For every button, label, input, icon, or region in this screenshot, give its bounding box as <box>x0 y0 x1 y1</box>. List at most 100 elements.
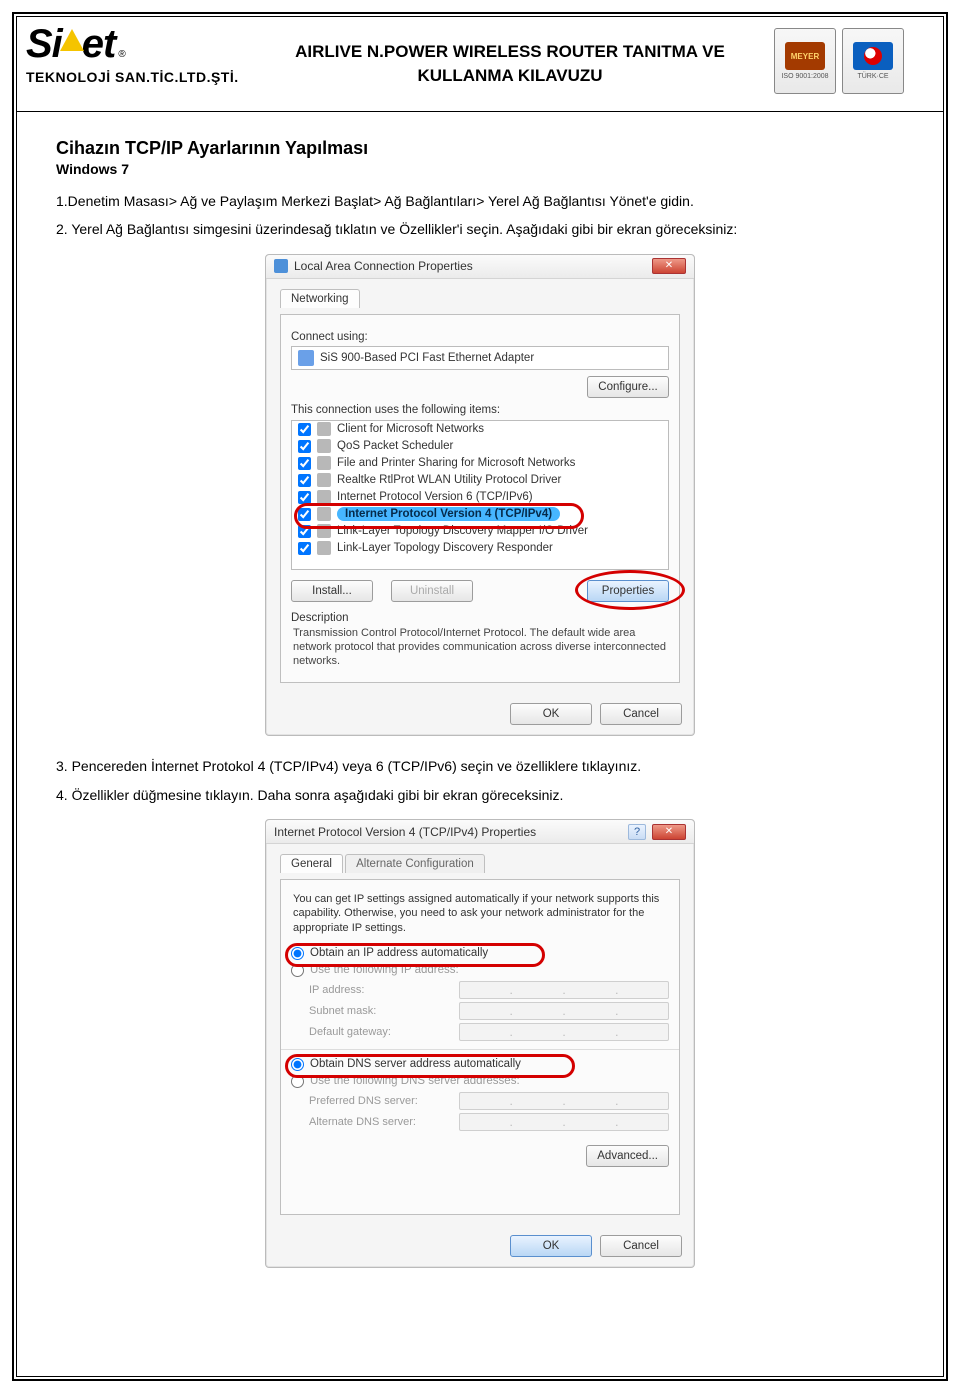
radio-label: Obtain an IP address automatically <box>310 947 488 959</box>
list-item[interactable]: File and Printer Sharing for Microsoft N… <box>292 455 668 472</box>
dialog1-title-text: Local Area Connection Properties <box>294 259 473 273</box>
radio-use-dns[interactable]: Use the following DNS server addresses: <box>291 1075 669 1088</box>
dialog1-body: Networking Connect using: SiS 900-Based … <box>266 279 694 696</box>
doc-title-line1: AIRLIVE N.POWER WIRELESS ROUTER TANITMA … <box>246 40 774 64</box>
list-item[interactable]: Realtke RtlProt WLAN Utility Protocol Dr… <box>292 472 668 489</box>
item-checkbox[interactable] <box>298 457 311 470</box>
section-title: Cihazın TCP/IP Ayarlarının Yapılması <box>56 138 904 159</box>
dns1-label: Preferred DNS server: <box>309 1095 449 1107</box>
section-subtitle: Windows 7 <box>56 161 904 177</box>
advanced-button[interactable]: Advanced... <box>586 1145 669 1167</box>
moon-icon <box>864 47 882 65</box>
install-button[interactable]: Install... <box>291 580 373 602</box>
list-item[interactable]: QoS Packet Scheduler <box>292 438 668 455</box>
iso-badge-text: ISO 9001:2008 <box>781 73 828 80</box>
company-name-text: TEKNOLOJİ SAN.TİC.LTD.ŞTİ. <box>26 69 239 85</box>
item-text: Internet Protocol Version 6 (TCP/IPv6) <box>337 491 533 503</box>
ip-input: ... <box>459 981 669 999</box>
help-icon[interactable]: ? <box>628 824 646 840</box>
component-icon <box>317 422 331 436</box>
component-icon <box>317 524 331 538</box>
properties-button[interactable]: Properties <box>587 580 669 602</box>
divider <box>281 1049 679 1050</box>
dialog2-body: General Alternate Configuration You can … <box>266 844 694 1227</box>
adapter-name-text: SiS 900-Based PCI Fast Ethernet Adapter <box>320 352 534 364</box>
component-icon <box>317 541 331 555</box>
items-label: This connection uses the following items… <box>291 404 669 416</box>
step-2-text: 2. Yerel Ağ Bağlantısı simgesini üzerind… <box>56 219 904 239</box>
ip-label: IP address: <box>309 984 449 996</box>
step-1-text: 1.Denetim Masası> Ağ ve Paylaşım Merkezi… <box>56 191 904 211</box>
page-body: Cihazın TCP/IP Ayarlarının Yapılması Win… <box>16 112 944 1314</box>
component-icon <box>317 456 331 470</box>
radio-use-ip[interactable]: Use the following IP address: <box>291 964 669 977</box>
close-icon[interactable]: ✕ <box>652 824 686 840</box>
radio-label: Obtain DNS server address automatically <box>310 1058 521 1070</box>
logo-mark: Si et ® <box>26 22 125 67</box>
list-item-selected[interactable]: Internet Protocol Version 4 (TCP/IPv4) <box>292 506 668 523</box>
radio-label: Use the following DNS server addresses: <box>310 1075 520 1087</box>
ok-button[interactable]: OK <box>510 1235 592 1257</box>
list-item[interactable]: Internet Protocol Version 6 (TCP/IPv6) <box>292 489 668 506</box>
step-4-text: 4. Özellikler düğmesine tıklayın. Daha s… <box>56 785 904 805</box>
page-header: Si et ® TEKNOLOJİ SAN.TİC.LTD.ŞTİ. AIRLI… <box>16 16 944 112</box>
adapter-field[interactable]: SiS 900-Based PCI Fast Ethernet Adapter <box>291 346 669 370</box>
radio-input[interactable] <box>291 964 304 977</box>
iso-badge-brand: MEYER <box>785 42 825 70</box>
item-text-highlighted: Internet Protocol Version 4 (TCP/IPv4) <box>337 507 560 521</box>
ip-field-row: IP address:... <box>309 981 669 999</box>
page-content: Si et ® TEKNOLOJİ SAN.TİC.LTD.ŞTİ. AIRLI… <box>16 16 944 1377</box>
mask-field-row: Subnet mask:... <box>309 1002 669 1020</box>
tab-alternate-config[interactable]: Alternate Configuration <box>345 854 485 873</box>
list-item[interactable]: Client for Microsoft Networks <box>292 421 668 438</box>
mask-label: Subnet mask: <box>309 1005 449 1017</box>
item-checkbox[interactable] <box>298 440 311 453</box>
dialog1-tabs: Networking <box>280 289 680 308</box>
badges-cell: MEYER ISO 9001:2008 TÜRK·CE <box>774 22 934 94</box>
dialog2-footer: OK Cancel <box>266 1227 694 1267</box>
item-text: Realtke RtlProt WLAN Utility Protocol Dr… <box>337 474 561 486</box>
step-3-text: 3. Pencereden İnternet Protokol 4 (TCP/I… <box>56 756 904 776</box>
tab-networking[interactable]: Networking <box>280 289 360 308</box>
radio-obtain-dns[interactable]: Obtain DNS server address automatically <box>291 1058 669 1071</box>
item-checkbox[interactable] <box>298 525 311 538</box>
dns1-input: ... <box>459 1092 669 1110</box>
company-logo: Si et ® TEKNOLOJİ SAN.TİC.LTD.ŞTİ. <box>26 22 246 85</box>
doc-title-line2: KULLANMA KILAVUZU <box>246 64 774 88</box>
component-icon <box>317 473 331 487</box>
list-item[interactable]: Link-Layer Topology Discovery Mapper I/O… <box>292 523 668 540</box>
iso-badge: MEYER ISO 9001:2008 <box>774 28 836 94</box>
dialog2-titlebar: Internet Protocol Version 4 (TCP/IPv4) P… <box>266 820 694 844</box>
tab-general[interactable]: General <box>280 854 343 873</box>
ok-button[interactable]: OK <box>510 703 592 725</box>
gw-field-row: Default gateway:... <box>309 1023 669 1041</box>
connect-using-label: Connect using: <box>291 331 669 343</box>
item-checkbox[interactable] <box>298 508 311 521</box>
gw-label: Default gateway: <box>309 1026 449 1038</box>
item-checkbox[interactable] <box>298 423 311 436</box>
ipv4-properties-dialog: Internet Protocol Version 4 (TCP/IPv4) P… <box>265 819 695 1268</box>
ce-badge: TÜRK·CE <box>842 28 904 94</box>
items-listbox[interactable]: Client for Microsoft Networks QoS Packet… <box>291 420 669 570</box>
radio-input[interactable] <box>291 947 304 960</box>
configure-button[interactable]: Configure... <box>587 376 669 398</box>
item-checkbox[interactable] <box>298 474 311 487</box>
logo-text-left: Si <box>26 22 62 67</box>
item-text: Link-Layer Topology Discovery Mapper I/O… <box>337 525 588 537</box>
item-text: File and Printer Sharing for Microsoft N… <box>337 457 575 469</box>
cancel-button[interactable]: Cancel <box>600 1235 682 1257</box>
item-checkbox[interactable] <box>298 491 311 504</box>
item-checkbox[interactable] <box>298 542 311 555</box>
ce-badge-mark <box>853 42 893 70</box>
description-text: Transmission Control Protocol/Internet P… <box>291 624 669 673</box>
radio-input[interactable] <box>291 1058 304 1071</box>
component-icon <box>317 507 331 521</box>
component-icon <box>317 439 331 453</box>
radio-label: Use the following IP address: <box>310 964 459 976</box>
radio-input[interactable] <box>291 1075 304 1088</box>
description-label: Description <box>291 612 669 624</box>
cancel-button[interactable]: Cancel <box>600 703 682 725</box>
radio-obtain-ip[interactable]: Obtain an IP address automatically <box>291 947 669 960</box>
list-item[interactable]: Link-Layer Topology Discovery Responder <box>292 540 668 557</box>
close-icon[interactable]: ✕ <box>652 258 686 274</box>
